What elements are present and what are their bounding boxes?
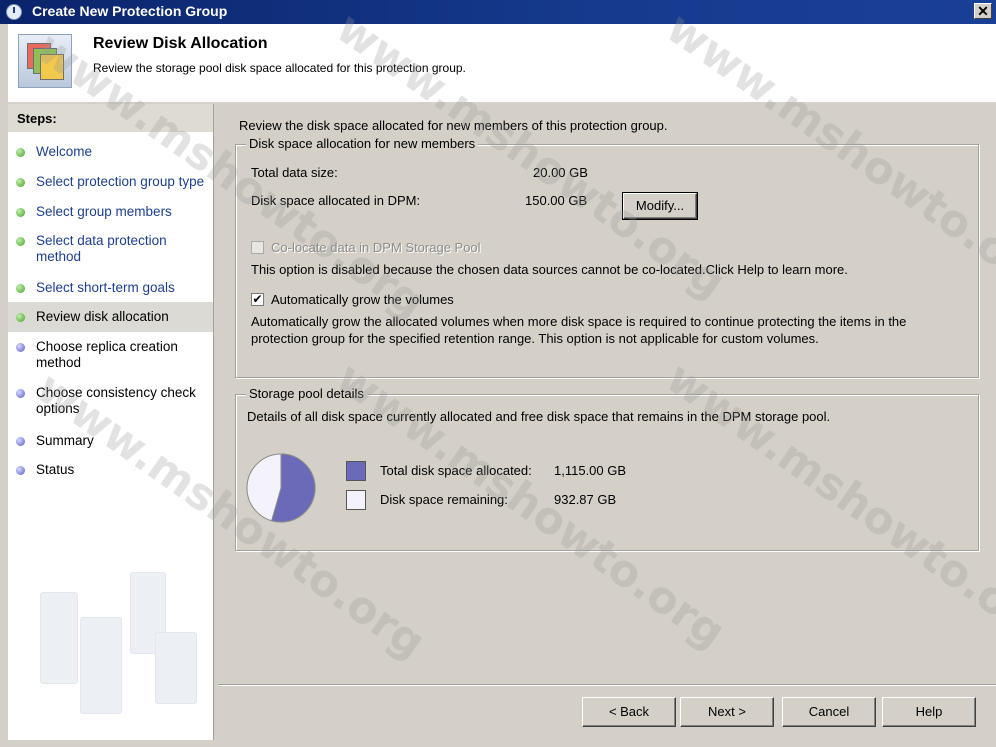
page-title: Review Disk Allocation: [93, 35, 268, 52]
step-welcome[interactable]: Welcome: [8, 144, 213, 160]
step-select-method[interactable]: Select data protection method: [8, 233, 178, 265]
step-pending-icon: [16, 343, 25, 352]
step-complete-icon: [16, 284, 25, 293]
disk-allocation-group: Disk space allocation for new members To…: [235, 136, 979, 378]
allocated-space-value: 1,115.00 GB: [554, 463, 627, 478]
step-consistency-check[interactable]: Choose consistency check options: [8, 385, 203, 417]
step-complete-icon: [16, 208, 25, 217]
group-legend: Disk space allocation for new members: [246, 136, 479, 151]
step-label: Select data protection method: [36, 233, 167, 264]
next-button[interactable]: Next >: [680, 697, 774, 727]
allocated-space-label: Total disk space allocated:: [380, 463, 532, 478]
step-label: Welcome: [36, 144, 93, 159]
autogrow-description-line2: protection group for the specified reten…: [251, 331, 819, 346]
page-subtitle: Review the storage pool disk space alloc…: [93, 61, 466, 75]
allocated-dpm-label: Disk space allocated in DPM:: [251, 193, 421, 208]
disk-space-pie-chart: [246, 453, 316, 523]
main-panel: Review the disk space allocated for new …: [218, 104, 996, 684]
step-label: Choose replica creation method: [36, 339, 178, 370]
step-complete-icon: [16, 178, 25, 187]
step-status[interactable]: Status: [8, 462, 213, 478]
step-current-icon: [16, 313, 25, 322]
title-bar: Create New Protection Group ✕: [0, 0, 996, 24]
app-clock-icon: [6, 4, 22, 20]
steps-sidebar: Steps: Welcome Select protection group t…: [8, 104, 214, 740]
wizard-header: Review Disk Allocation Review the storag…: [8, 24, 996, 102]
step-label: Status: [36, 462, 75, 477]
window-title: Create New Protection Group: [32, 3, 228, 19]
servers-illustration: [30, 572, 200, 722]
step-label: Choose consistency check options: [36, 385, 196, 416]
help-button[interactable]: Help: [882, 697, 976, 727]
group-legend: Storage pool details: [246, 386, 367, 401]
remaining-space-label: Disk space remaining:: [380, 492, 508, 507]
colocate-note: This option is disabled because the chos…: [251, 262, 848, 277]
step-replica-creation[interactable]: Choose replica creation method: [8, 339, 188, 371]
step-label: Summary: [36, 433, 94, 448]
protection-group-icon: [18, 34, 72, 88]
total-data-size-label: Total data size:: [251, 165, 338, 180]
steps-heading: Steps:: [8, 104, 213, 132]
cancel-button[interactable]: Cancel: [782, 697, 876, 727]
back-button[interactable]: < Back: [582, 697, 676, 727]
step-label: Select short-term goals: [36, 280, 175, 295]
step-summary[interactable]: Summary: [8, 433, 213, 449]
step-complete-icon: [16, 237, 25, 246]
step-label: Select protection group type: [36, 174, 205, 189]
allocated-dpm-value: 150.00 GB: [525, 193, 588, 208]
step-label: Review disk allocation: [36, 309, 169, 324]
storage-pool-group: Storage pool details Details of all disk…: [235, 386, 979, 551]
step-label: Select group members: [36, 204, 172, 219]
step-complete-icon: [16, 148, 25, 157]
allocated-color-swatch: [346, 461, 366, 481]
colocate-checkbox[interactable]: [251, 241, 264, 254]
autogrow-description-line1: Automatically grow the allocated volumes…: [251, 314, 907, 329]
close-button[interactable]: ✕: [974, 3, 992, 19]
storage-pool-description: Details of all disk space currently allo…: [247, 409, 831, 424]
remaining-color-swatch: [346, 490, 366, 510]
remaining-space-value: 932.87 GB: [554, 492, 617, 507]
step-pending-icon: [16, 466, 25, 475]
footer-divider: [218, 684, 996, 686]
step-short-term-goals[interactable]: Select short-term goals: [8, 280, 213, 296]
total-data-size-value: 20.00 GB: [533, 165, 588, 180]
step-select-members[interactable]: Select group members: [8, 204, 213, 220]
intro-text: Review the disk space allocated for new …: [239, 118, 668, 133]
modify-button[interactable]: Modify...: [622, 192, 698, 220]
step-select-group-type[interactable]: Select protection group type: [8, 174, 213, 190]
autogrow-label: Automatically grow the volumes: [271, 292, 454, 307]
step-pending-icon: [16, 389, 25, 398]
colocate-label: Co-locate data in DPM Storage Pool: [271, 240, 481, 255]
step-review-disk-allocation[interactable]: Review disk allocation: [8, 302, 213, 332]
autogrow-checkbox[interactable]: ✔: [251, 293, 264, 306]
step-pending-icon: [16, 437, 25, 446]
